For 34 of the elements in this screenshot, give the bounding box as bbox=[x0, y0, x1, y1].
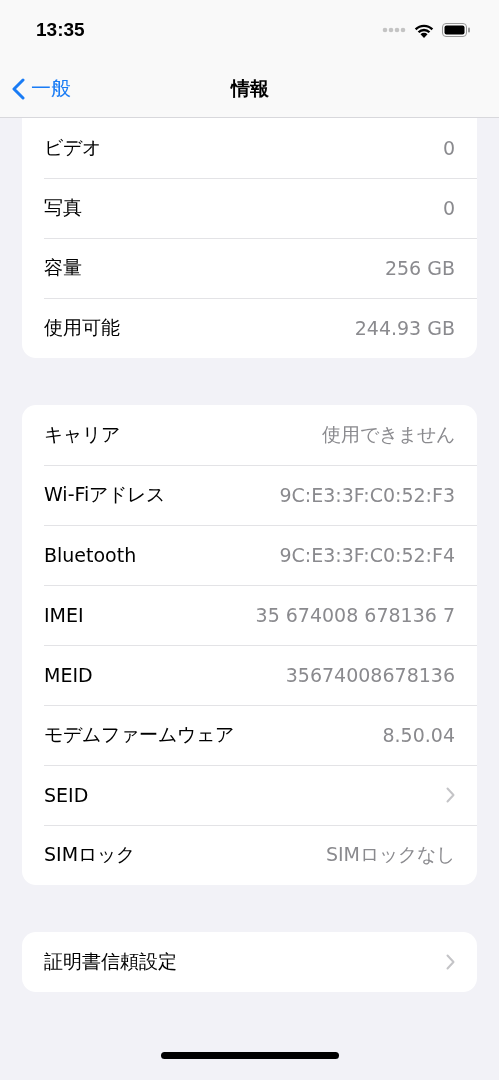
row-label: SIMロック bbox=[44, 842, 136, 867]
row-label: 写真 bbox=[44, 195, 82, 220]
wifi-icon bbox=[414, 22, 434, 38]
battery-icon bbox=[442, 23, 471, 37]
row-label: キャリア bbox=[44, 422, 120, 447]
row-label: ビデオ bbox=[44, 135, 101, 160]
row-value: 256 GB bbox=[384, 257, 455, 279]
back-chevron-icon bbox=[12, 77, 25, 100]
row-label: SEID bbox=[44, 784, 89, 806]
row-value: 9C:E3:3F:C0:52:F3 bbox=[279, 484, 455, 506]
back-button[interactable]: 一般 bbox=[12, 71, 71, 106]
row-label: 証明書信頼設定 bbox=[44, 949, 177, 974]
row-value: 244.93 GB bbox=[354, 317, 455, 339]
row-value: 35674008678136 bbox=[285, 664, 455, 686]
row-value: 0 bbox=[442, 197, 455, 219]
row-value: 使用できません bbox=[322, 422, 455, 447]
row-label: 使用可能 bbox=[44, 315, 120, 340]
row-value: 0 bbox=[442, 137, 455, 159]
row-label: IMEI bbox=[44, 604, 84, 626]
status-time: 13:35 bbox=[36, 19, 85, 41]
row-label: 容量 bbox=[44, 255, 82, 280]
row-label: MEID bbox=[44, 664, 93, 686]
row-value: 35 674008 678136 7 bbox=[255, 604, 455, 626]
row-value: 8.50.04 bbox=[382, 724, 455, 746]
row-value: 9C:E3:3F:C0:52:F4 bbox=[279, 544, 455, 566]
chevron-icon[interactable] bbox=[446, 954, 455, 970]
home-indicator[interactable] bbox=[160, 1052, 339, 1059]
row-label: Wi-Fiアドレス bbox=[44, 482, 166, 507]
row-label: Bluetooth bbox=[44, 544, 137, 566]
nav-title: 情報 bbox=[230, 75, 269, 101]
chevron-icon[interactable] bbox=[446, 787, 455, 803]
no-signal-icon bbox=[382, 27, 406, 33]
row-label: モデムファームウェア bbox=[44, 722, 234, 747]
row-value: SIMロックなし bbox=[325, 842, 455, 867]
